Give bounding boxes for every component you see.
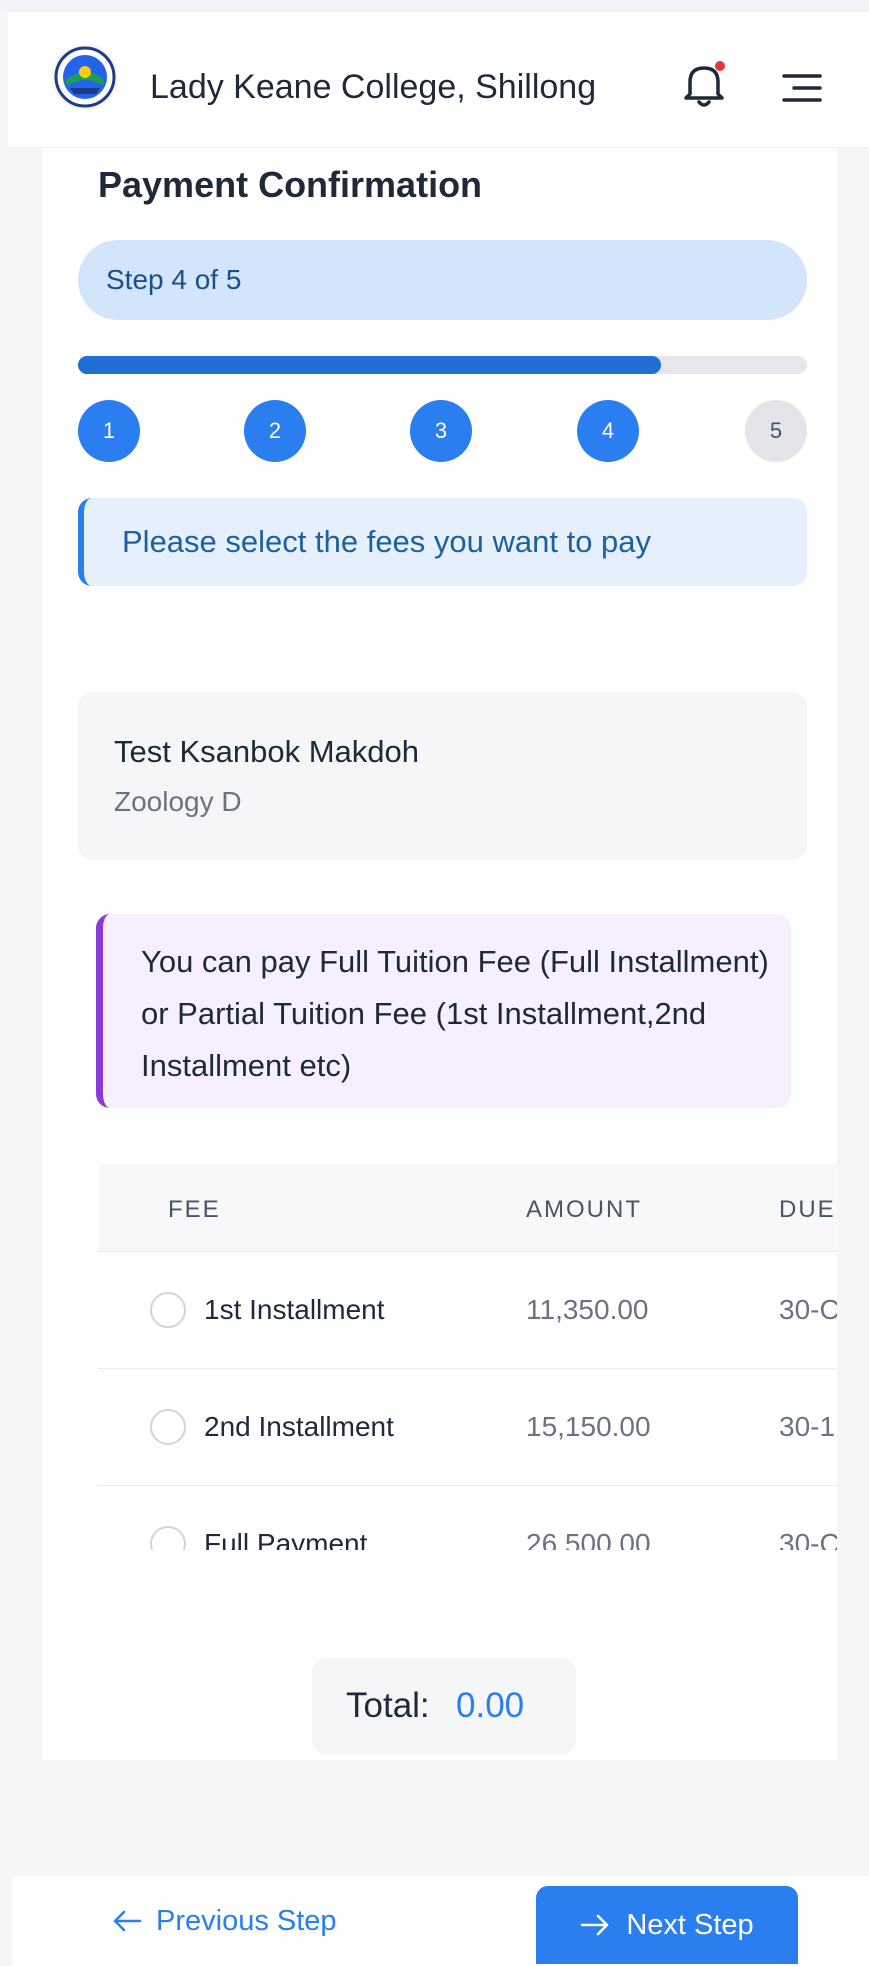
status-strip: [0, 0, 869, 12]
wizard-footer: Previous Step Next Step: [12, 1876, 869, 1966]
info-message: Please select the fees you want to pay: [122, 524, 652, 559]
college-name: Lady Keane College, Shillong: [150, 68, 597, 106]
hamburger-menu-icon[interactable]: [780, 70, 824, 106]
fee-due: 30-C: [779, 1528, 837, 1550]
progress-fill: [78, 356, 662, 374]
info-alert: Please select the fees you want to pay: [78, 498, 807, 586]
fee-amount: 26,500.00: [526, 1528, 651, 1550]
previous-step-label: Previous Step: [156, 1904, 337, 1937]
arrow-left-icon: [113, 1910, 142, 1932]
next-step-button[interactable]: Next Step: [536, 1886, 798, 1964]
total-label: Total:: [346, 1686, 430, 1725]
step-label: Step 4 of 5: [106, 264, 242, 295]
step-indicator: Step 4 of 5: [78, 240, 807, 320]
fee-table: FEE AMOUNT DUE 1st Installment 11,350.00…: [98, 1164, 837, 1550]
step-circle-3: 3: [410, 400, 472, 462]
student-card: Test Ksanbok Makdoh Zoology D: [78, 692, 807, 860]
column-header-amount: AMOUNT: [526, 1196, 642, 1223]
fee-amount: 15,150.00: [526, 1411, 651, 1442]
page-title: Payment Confirmation: [98, 164, 483, 205]
student-name: Test Ksanbok Makdoh: [114, 734, 420, 769]
next-step-label: Next Step: [626, 1908, 754, 1941]
app-header: Lady Keane College, Shillong: [8, 12, 869, 148]
student-course: Zoology D: [114, 786, 242, 817]
fee-amount: 11,350.00: [526, 1294, 649, 1325]
college-crest-icon[interactable]: [52, 44, 118, 110]
fee-name: Full Payment: [204, 1528, 368, 1550]
fee-due: 30-1: [779, 1411, 836, 1442]
fee-name: 1st Installment: [204, 1294, 385, 1325]
column-header-fee: FEE: [168, 1196, 221, 1223]
step-circle-2: 2: [244, 400, 306, 462]
fee-due: 30-C: [779, 1294, 837, 1325]
payment-card: Payment Confirmation Step 4 of 5 1 2 3 4…: [42, 148, 837, 1760]
step-circle-1: 1: [78, 400, 140, 462]
fee-radio-2nd-installment[interactable]: [150, 1409, 186, 1445]
arrow-right-icon: [581, 1914, 609, 1936]
notification-dot: [715, 61, 725, 71]
fee-radio-full-payment[interactable]: [150, 1526, 186, 1550]
table-row[interactable]: Full Payment 26,500.00 30-C: [98, 1486, 837, 1550]
bell-icon[interactable]: [680, 58, 728, 112]
table-row[interactable]: 2nd Installment 15,150.00 30-1: [98, 1369, 837, 1486]
fee-radio-1st-installment[interactable]: [150, 1292, 186, 1328]
total-value: 0.00: [456, 1686, 525, 1725]
fee-name: 2nd Installment: [204, 1411, 394, 1442]
table-row[interactable]: 1st Installment 11,350.00 30-C: [98, 1252, 837, 1369]
previous-step-button[interactable]: Previous Step: [112, 1896, 337, 1946]
column-header-due: DUE: [779, 1196, 836, 1223]
progress-bar: [78, 356, 807, 374]
step-circle-4: 4: [577, 400, 639, 462]
table-header: FEE AMOUNT DUE: [98, 1164, 837, 1252]
fee-note: You can pay Full Tuition Fee (Full Insta…: [96, 914, 791, 1108]
total-summary: Total: 0.00: [312, 1658, 576, 1754]
step-circle-5: 5: [745, 400, 807, 462]
fee-note-text: You can pay Full Tuition Fee (Full Insta…: [141, 944, 769, 1083]
